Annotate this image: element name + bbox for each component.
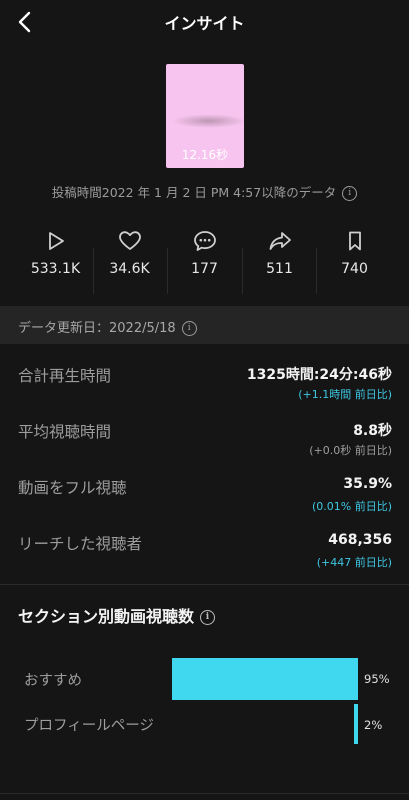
- stats-row: 533.1K 34.6K 177 511 740: [0, 230, 409, 296]
- shares-count: 511: [266, 261, 293, 277]
- video-duration: 12.16秒: [181, 148, 229, 162]
- likes-count: 34.6K: [109, 261, 150, 277]
- bottom-divider: [0, 793, 409, 794]
- posted-info: 投稿時間2022 年 1 月 2 日 PM 4:57以降のデータ i: [0, 182, 409, 201]
- metric-delta: (+1.1時間 前日比): [298, 388, 392, 401]
- metric-delta: (0.01% 前日比): [311, 500, 392, 513]
- page-title: インサイト: [164, 14, 245, 33]
- traffic-source-bar: [172, 658, 358, 700]
- metric-reached-audience: リーチした視聴者 468,356 (+447 前日比): [0, 530, 409, 586]
- posted-info-text: 投稿時間2022 年 1 月 2 日 PM 4:57以降のデータ: [51, 185, 337, 200]
- traffic-source-row: おすすめ 95%: [0, 658, 409, 704]
- traffic-source-percent: 95%: [364, 672, 390, 686]
- traffic-source-bar: [354, 704, 358, 744]
- metric-label: リーチした視聴者: [18, 535, 143, 553]
- update-date-text: データ更新日：2022/5/18: [18, 321, 176, 336]
- comment-icon: [193, 231, 216, 251]
- info-icon[interactable]: i: [181, 321, 197, 336]
- metric-value: 35.9%: [343, 476, 392, 492]
- metric-label: 平均視聴時間: [18, 423, 112, 441]
- metric-label: 動画をフル視聴: [18, 479, 127, 497]
- traffic-source-percent: 2%: [364, 718, 383, 732]
- metric-value: 1325時間:24分:46秒: [246, 367, 392, 383]
- stat-saves: 740: [317, 230, 392, 277]
- plays-count: 533.1K: [30, 261, 81, 277]
- metric-value: 8.8秒: [353, 423, 392, 439]
- info-icon[interactable]: i: [200, 610, 216, 625]
- header: インサイト: [0, 0, 409, 44]
- play-icon: [48, 232, 64, 250]
- metric-delta: (+447 前日比): [316, 556, 392, 569]
- metric-average-watch-time: 平均視聴時間 8.8秒 (+0.0秒 前日比): [0, 418, 409, 474]
- metric-delta: (+0.0秒 前日比): [309, 444, 392, 457]
- blurred-caption: [172, 114, 244, 128]
- section-divider: [0, 584, 409, 585]
- traffic-source-label: おすすめ: [24, 673, 82, 689]
- stat-comments: 177: [167, 230, 242, 277]
- stat-plays: 533.1K: [18, 230, 93, 277]
- traffic-section-title-text: セクション別動画視聴数: [18, 607, 195, 626]
- metric-total-play-time: 合計再生時間 1325時間:24分:46秒 (+1.1時間 前日比): [0, 362, 409, 418]
- stat-shares: 511: [242, 230, 317, 277]
- saves-count: 740: [341, 261, 368, 277]
- info-icon[interactable]: i: [342, 186, 358, 201]
- traffic-source-row: プロフィールページ 2%: [0, 704, 409, 750]
- traffic-source-label: プロフィールページ: [24, 718, 154, 734]
- metric-label: 合計再生時間: [18, 367, 112, 385]
- heart-icon: [118, 231, 141, 250]
- video-thumbnail[interactable]: 12.16秒: [166, 64, 244, 168]
- bookmark-icon: [348, 231, 361, 251]
- update-date-bar: データ更新日：2022/5/18 i: [0, 306, 409, 344]
- share-icon: [269, 232, 291, 250]
- metric-value: 468,356: [328, 532, 392, 548]
- update-date: データ更新日：2022/5/18 i: [18, 317, 197, 336]
- traffic-section-title: セクション別動画視聴数 i: [18, 603, 216, 627]
- stat-likes: 34.6K: [92, 230, 167, 277]
- metric-watched-full: 動画をフル視聴 35.9% (0.01% 前日比): [0, 474, 409, 530]
- comments-count: 177: [191, 261, 218, 277]
